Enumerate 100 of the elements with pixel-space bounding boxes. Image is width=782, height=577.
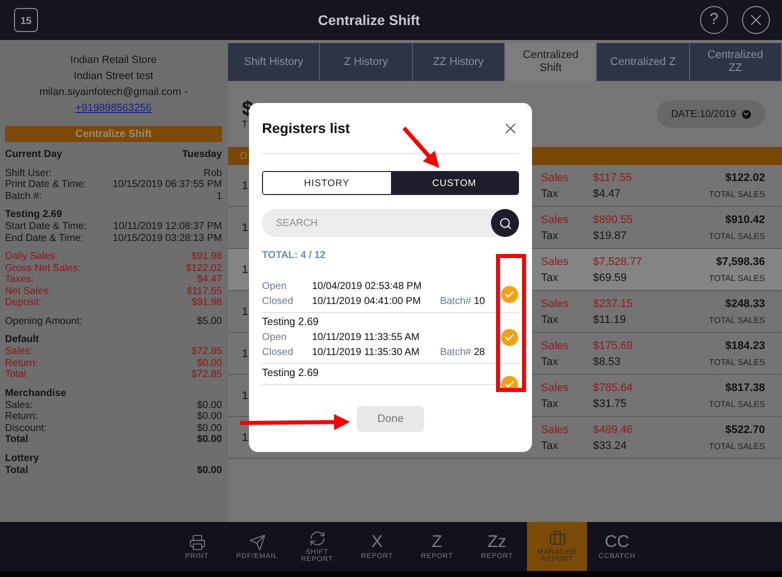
table-cell-text: 1: [242, 390, 250, 402]
sales-amount: $7,528.77: [593, 256, 643, 268]
tax-label: Tax: [541, 440, 560, 452]
receipt-value: Rob: [204, 168, 222, 179]
sales-amount: $489.46: [593, 424, 634, 436]
receipt-value: $91.98: [191, 297, 222, 308]
tax-amount: $11.19: [593, 314, 627, 326]
total-count: TOTAL: 4 / 12: [262, 250, 327, 261]
tax-amount: $4.47: [593, 188, 622, 200]
receipt-value: $0.00: [196, 434, 222, 446]
receipt-value: $91.98: [191, 251, 222, 262]
total-amount: $910.42: [724, 214, 765, 226]
receipt-label: Gross Net Sales:: [5, 262, 81, 274]
receipt-value: $0.00: [196, 400, 222, 411]
report-glyph: Zz: [488, 533, 506, 551]
receipt-label: Discount:: [5, 422, 47, 434]
receipt-label: End Date & Time:: [5, 232, 84, 244]
report-glyph: CC: [604, 533, 630, 551]
tax-amount: $69.59: [593, 272, 628, 284]
total-amount: $817.38: [724, 382, 765, 394]
batch-label: Batch#: [440, 296, 472, 307]
receipt-label: Taxes:: [5, 274, 34, 286]
sales-amount: $785.64: [593, 382, 634, 394]
tax-label: Tax: [541, 272, 560, 284]
sales-label: Sales: [541, 424, 570, 436]
dialog-title: Registers list: [262, 120, 350, 136]
total-caption: TOTAL SALES: [708, 188, 765, 198]
tax-amount: $33.24: [593, 440, 628, 452]
report-glyph: X: [371, 533, 383, 551]
tax-amount: $19.87: [593, 230, 628, 242]
tax-label: Tax: [541, 314, 560, 326]
total-amount: $184.23: [724, 340, 765, 352]
receipt-label: Sales:: [5, 400, 33, 411]
sales-amount: $117.55: [593, 172, 633, 184]
receipt-value: $117.55: [186, 286, 222, 297]
receipt-label: Total: [5, 434, 28, 446]
tax-label: Tax: [541, 188, 560, 200]
total-caption: TOTAL SALES: [708, 230, 765, 240]
receipt-value: $0.00: [196, 411, 222, 422]
section-title: Merchandise: [5, 388, 68, 400]
closed-time: 10/11/2019 04:41:00 PM: [312, 296, 422, 307]
total-caption: TOTAL SALES: [708, 356, 765, 366]
table-cell-text: 1: [242, 306, 250, 318]
table-cell-text: 1: [242, 348, 250, 360]
total-amount: $7,598.36: [715, 256, 765, 268]
table-cell-text: 1: [242, 432, 250, 444]
total-caption: TOTAL SALES: [708, 314, 765, 324]
batch-number: 28: [474, 347, 485, 358]
sales-amount: $890.55: [593, 214, 634, 226]
section-title: Lottery: [5, 452, 40, 464]
total-amount: $522.70: [724, 424, 765, 436]
receipt-value: $5.00: [196, 316, 222, 327]
receipt-value: $0.00: [196, 464, 222, 476]
open-time: 10/04/2019 02:53:48 PM: [312, 281, 423, 292]
sales-label: Sales: [541, 256, 570, 268]
receipt-label: Current Day: [5, 149, 62, 160]
receipt-label: Opening Amount:: [5, 316, 82, 327]
receipt-value: $122.02: [186, 262, 222, 274]
receipt-value: 10/11/2019 12:08:37 PM: [113, 221, 222, 232]
receipt-label: Print Date & Time:: [5, 179, 86, 190]
tax-label: Tax: [541, 230, 560, 242]
open-label: Open: [262, 332, 288, 343]
store-name: Indian Retail Store: [69, 53, 158, 68]
table-cell-text: 1: [242, 222, 250, 234]
batch-label: Batch#: [440, 347, 472, 358]
window-title: Centralize Shift: [318, 12, 420, 28]
open-time: 10/11/2019 11:33:55 AM: [312, 332, 420, 343]
receipt-label: Return:: [5, 411, 38, 422]
sales-label: Sales: [541, 382, 570, 394]
closed-time: 10/11/2019 11:35:30 AM: [312, 347, 420, 358]
receipt-label: Batch #:: [5, 190, 42, 202]
total-caption: TOTAL SALES: [708, 398, 765, 408]
tax-amount: $31.75: [593, 398, 628, 410]
total-amount: $248.33: [724, 298, 765, 310]
receipt-value: $72.85: [191, 369, 222, 380]
store-address: Indian Street test: [72, 69, 154, 84]
tax-label: Tax: [541, 398, 560, 410]
receipt-value: $0.00: [196, 422, 222, 434]
receipt-banner: Centralize Shift: [5, 126, 222, 142]
batch-number: 10: [474, 296, 485, 307]
receipt-value: 10/15/2019 03:28:13 PM: [112, 232, 222, 244]
tax-label: Tax: [541, 356, 560, 368]
receipt-value: $4.47: [196, 274, 222, 286]
total-caption: TOTAL SALES: [708, 272, 765, 282]
store-email: milan.siyainfotech@gmail.com -: [38, 85, 189, 100]
section-title: Testing 2.69: [5, 209, 64, 221]
page-subheading: T: [242, 119, 248, 129]
receipt-value: 10/15/2019 06:37:55 PM: [112, 179, 222, 190]
closed-label: Closed: [262, 296, 294, 307]
receipt-label: Sales:: [5, 346, 33, 358]
closed-label: Closed: [262, 347, 294, 358]
receipt-label: Shift User:: [5, 168, 52, 179]
table-cell-text: 1: [242, 264, 250, 276]
receipt-label: Start Date & Time:: [5, 221, 87, 232]
receipt-value: Tuesday: [182, 149, 222, 160]
receipt-label: Total: [5, 369, 26, 380]
receipt-label: Return:: [5, 358, 38, 369]
total-caption: TOTAL SALES: [708, 440, 765, 450]
sales-label: Sales: [541, 172, 570, 184]
sales-label: Sales: [541, 298, 570, 310]
